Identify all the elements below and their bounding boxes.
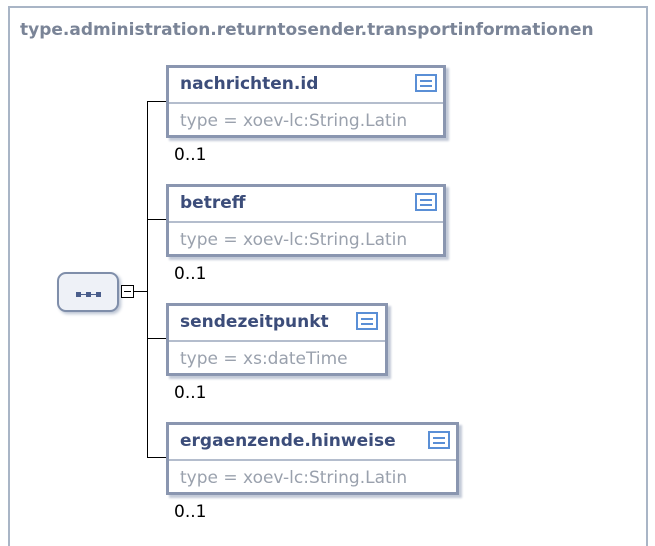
element-type: type = xoev-lc:String.Latin (180, 111, 408, 131)
element-box[interactable]: betreff type = xoev-lc:String.Latin (166, 184, 446, 257)
collapse-minus-icon[interactable] (121, 285, 134, 298)
element-name: betreff (180, 193, 246, 213)
documentation-icon[interactable] (356, 312, 378, 330)
element-box[interactable]: ergaenzende.hinweise type = xoev-lc:Stri… (166, 422, 459, 495)
cardinality: 0..1 (174, 383, 207, 403)
sequence-dots (76, 292, 102, 298)
separator (169, 102, 443, 104)
element-type: type = xoev-lc:String.Latin (180, 468, 408, 488)
cardinality: 0..1 (174, 145, 207, 165)
cardinality: 0..1 (174, 264, 207, 284)
connector-trunk (147, 101, 148, 458)
cardinality: 0..1 (174, 502, 207, 522)
element-name: sendezeitpunkt (180, 312, 329, 332)
separator (169, 221, 443, 223)
element-name: ergaenzende.hinweise (180, 431, 396, 451)
element-type: type = xoev-lc:String.Latin (180, 230, 408, 250)
documentation-icon[interactable] (428, 431, 450, 449)
documentation-icon[interactable] (415, 193, 437, 211)
connector-branch (147, 219, 168, 220)
element-type: type = xs:dateTime (180, 349, 348, 369)
documentation-icon[interactable] (415, 74, 437, 92)
connector-branch (147, 338, 168, 339)
separator (169, 340, 385, 342)
type-title: type.administration.returntosender.trans… (20, 20, 594, 40)
sequence-compositor-icon[interactable] (57, 272, 119, 312)
element-name: nachrichten.id (180, 74, 319, 94)
connector-branch (147, 457, 168, 458)
connector-branch (147, 101, 168, 102)
connector-stub (134, 291, 147, 292)
element-box[interactable]: nachrichten.id type = xoev-lc:String.Lat… (166, 65, 446, 138)
element-box[interactable]: sendezeitpunkt type = xs:dateTime (166, 303, 388, 376)
separator (169, 459, 456, 461)
